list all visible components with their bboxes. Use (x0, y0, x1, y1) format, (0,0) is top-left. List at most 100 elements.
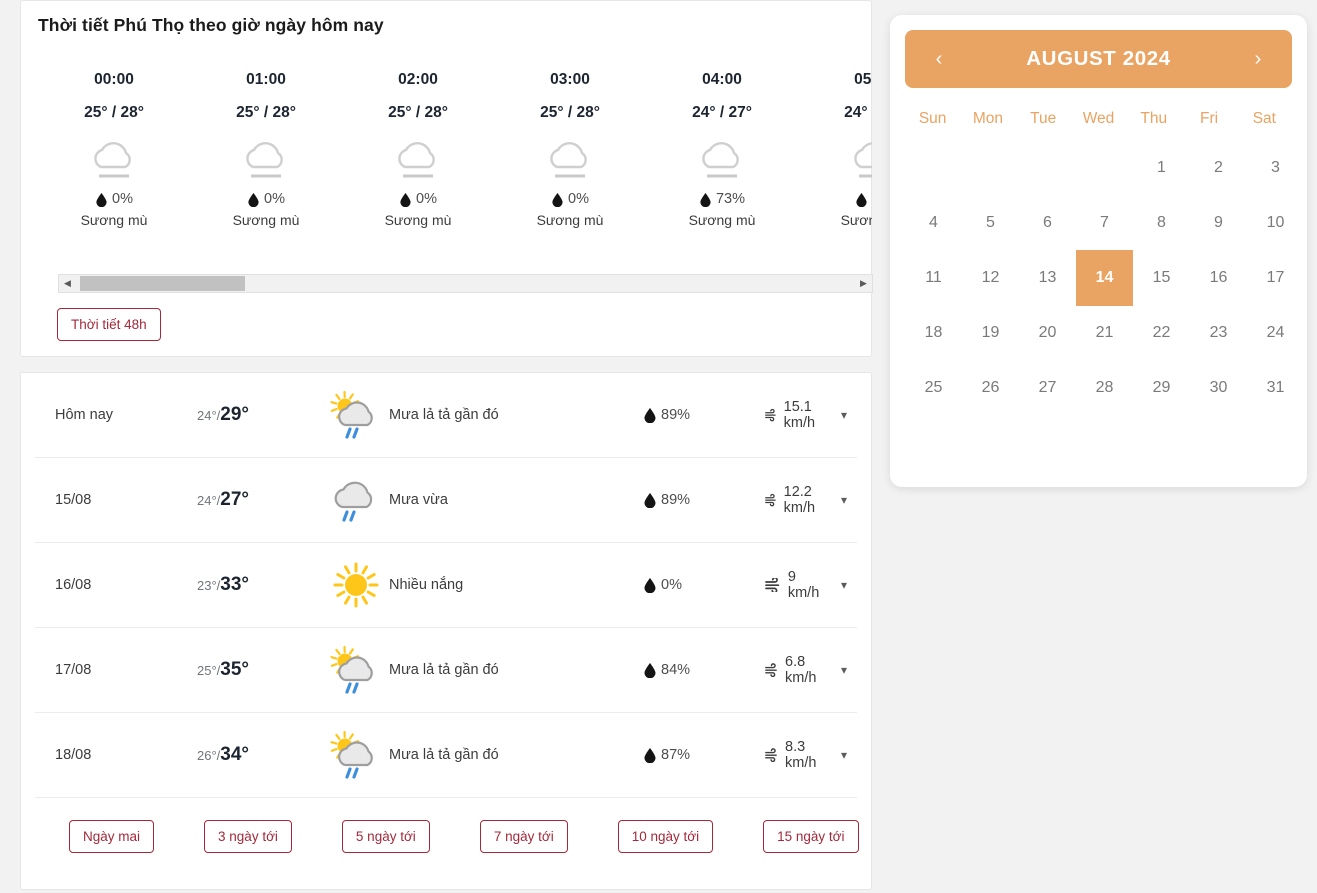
hourly-scroll-viewport[interactable]: 00:00 25° / 28° 0% Sương mù 01:00 25° / 2… (38, 71, 872, 246)
table-row[interactable]: 18/08 26°/34° Mưa lả tả gần đó 87% 8.3 k… (35, 713, 857, 798)
calendar-day[interactable]: 27 (1019, 360, 1076, 415)
day-humidity: 87% (625, 747, 765, 763)
table-row[interactable]: 17/08 25°/35° Mưa lả tả gần đó 84% 6.8 k… (35, 628, 857, 713)
calendar-day[interactable]: 8 (1133, 195, 1190, 250)
day-condition-text: Nhiều nắng (389, 577, 464, 593)
calendar-day[interactable]: 4 (905, 195, 962, 250)
calendar-day[interactable]: 11 (905, 250, 962, 305)
calendar-day[interactable]: 22 (1133, 305, 1190, 360)
calendar-day[interactable]: 20 (1019, 305, 1076, 360)
day-condition-text: Mưa lả tả gần đó (389, 662, 499, 678)
calendar-day[interactable]: 18 (905, 305, 962, 360)
forecast-range-button[interactable]: 7 ngày tới (479, 820, 568, 853)
day-temp-low: 24° (197, 493, 217, 508)
calendar-day-value: 22 (1152, 323, 1171, 341)
calendar-day[interactable]: 28 (1076, 360, 1133, 415)
cloud-rain-icon (334, 481, 373, 522)
forecast-range-button[interactable]: 5 ngày tới (341, 820, 430, 853)
sun-cloud-rain-icon (330, 645, 373, 694)
day-temp-low: 26° (197, 748, 217, 763)
calendar-day[interactable]: 17 (1247, 250, 1304, 305)
calendar-day[interactable]: 13 (1019, 250, 1076, 305)
calendar-day-value: 20 (1038, 323, 1057, 341)
calendar-day[interactable]: 15 (1133, 250, 1190, 305)
calendar-day-value: 4 (929, 213, 938, 231)
calendar-day[interactable]: 6 (1019, 195, 1076, 250)
chevron-left-icon[interactable]: ‹ (927, 49, 951, 69)
hourly-scrollbar[interactable]: ◀ ▶ (58, 274, 873, 293)
chevron-down-icon[interactable]: ▾ (841, 578, 847, 592)
chevron-left-icon[interactable]: ◀ (59, 275, 76, 292)
day-wind[interactable]: 8.3 km/h ▾ (765, 739, 857, 771)
calendar-day[interactable]: 1 (1133, 140, 1190, 195)
calendar-day[interactable]: 24 (1247, 305, 1304, 360)
day-wind[interactable]: 6.8 km/h ▾ (765, 654, 857, 686)
chevron-down-icon[interactable]: ▾ (841, 748, 847, 762)
calendar-day-selected[interactable]: 14 (1076, 249, 1133, 306)
calendar-day[interactable]: 7 (1076, 195, 1133, 250)
chevron-down-icon[interactable]: ▾ (841, 408, 847, 422)
calendar-day[interactable]: 3 (1247, 140, 1304, 195)
calendar-day-value: 14 (1076, 249, 1133, 306)
day-condition: Mưa lả tả gần đó (325, 727, 625, 783)
calendar-day[interactable]: 9 (1190, 195, 1247, 250)
forecast-48h-button[interactable]: Thời tiết 48h (57, 308, 161, 341)
humidity-drop-icon (400, 192, 411, 207)
hourly-temp: 24° / 27° (692, 104, 752, 121)
chevron-right-icon[interactable]: ▶ (855, 275, 872, 292)
hourly-column: 04:00 24° / 27° 73% Sương mù (646, 71, 798, 228)
sun-cloud-rain-icon (330, 390, 373, 439)
calendar-day-value: 18 (924, 323, 943, 341)
calendar-weekday: Fri (1200, 110, 1219, 127)
calendar-day[interactable]: 31 (1247, 360, 1304, 415)
forecast-range-button[interactable]: 3 ngày tới (204, 820, 292, 853)
chevron-right-icon[interactable]: › (1246, 49, 1270, 69)
fog-icon (398, 142, 435, 178)
humidity-drop-icon (644, 748, 656, 763)
hourly-time: 01:00 (246, 71, 286, 88)
humidity-drop-icon (96, 192, 107, 207)
calendar-day-grid: 1 2 3 4 5 6 7 8 9 10 11 12 13 14 15 16 17 18 19 20 21 22 23 24 2… (905, 140, 1292, 415)
calendar-empty-cell (905, 140, 962, 195)
forecast-range-button[interactable]: Ngày mai (69, 820, 155, 853)
calendar-day-value: 28 (1095, 378, 1114, 396)
table-row[interactable]: 15/08 24°/27° Mưa vừa 89% 12.2 km/h ▾ (35, 458, 857, 543)
hourly-forecast-card: Thời tiết Phú Thọ theo giờ ngày hôm nay … (20, 0, 873, 357)
forecast-range-button[interactable]: 15 ngày tới (763, 820, 859, 853)
day-wind[interactable]: 12.2 km/h ▾ (765, 484, 857, 516)
table-row[interactable]: 16/08 23°/33° Nhiều nắng 0% 9 km/h ▾ (35, 543, 857, 628)
calendar-day[interactable]: 16 (1190, 250, 1247, 305)
calendar-empty-cell (962, 140, 1019, 195)
wind-icon (765, 663, 777, 677)
day-wind[interactable]: 15.1 km/h ▾ (765, 399, 857, 431)
calendar-day[interactable]: 25 (905, 360, 962, 415)
scrollbar-track[interactable] (76, 275, 855, 292)
calendar-day[interactable]: 29 (1133, 360, 1190, 415)
calendar-day[interactable]: 10 (1247, 195, 1304, 250)
scrollbar-thumb[interactable] (80, 276, 245, 291)
hourly-time: 02:00 (398, 71, 438, 88)
hourly-precip: 0% (494, 191, 646, 207)
calendar-day[interactable]: 2 (1190, 140, 1247, 195)
day-wind[interactable]: 9 km/h ▾ (765, 569, 857, 601)
hourly-strip: 00:00 25° / 28° 0% Sương mù 01:00 25° / 2… (38, 71, 872, 228)
day-humidity-value: 89% (661, 492, 691, 508)
calendar-day[interactable]: 26 (962, 360, 1019, 415)
calendar-day-value: 17 (1266, 268, 1285, 286)
table-row[interactable]: Hôm nay 24°/29° Mưa lả tả gần đó 89% 15.… (35, 373, 857, 458)
day-humidity: 84% (625, 662, 765, 678)
calendar-day[interactable]: 12 (962, 250, 1019, 305)
chevron-down-icon[interactable]: ▾ (841, 663, 847, 677)
day-temp-low: 23° (197, 578, 217, 593)
hourly-precip: 0% (190, 191, 342, 207)
forecast-range-button[interactable]: 10 ngày tới (617, 820, 714, 853)
calendar-day[interactable]: 30 (1190, 360, 1247, 415)
calendar-day[interactable]: 19 (962, 305, 1019, 360)
fog-icon (843, 136, 872, 186)
chevron-down-icon[interactable]: ▾ (841, 493, 847, 507)
calendar-day[interactable]: 5 (962, 195, 1019, 250)
calendar-day[interactable]: 21 (1076, 305, 1133, 360)
calendar-day[interactable]: 23 (1190, 305, 1247, 360)
calendar-day-value: 16 (1209, 268, 1228, 286)
calendar-day-value: 13 (1038, 268, 1057, 286)
